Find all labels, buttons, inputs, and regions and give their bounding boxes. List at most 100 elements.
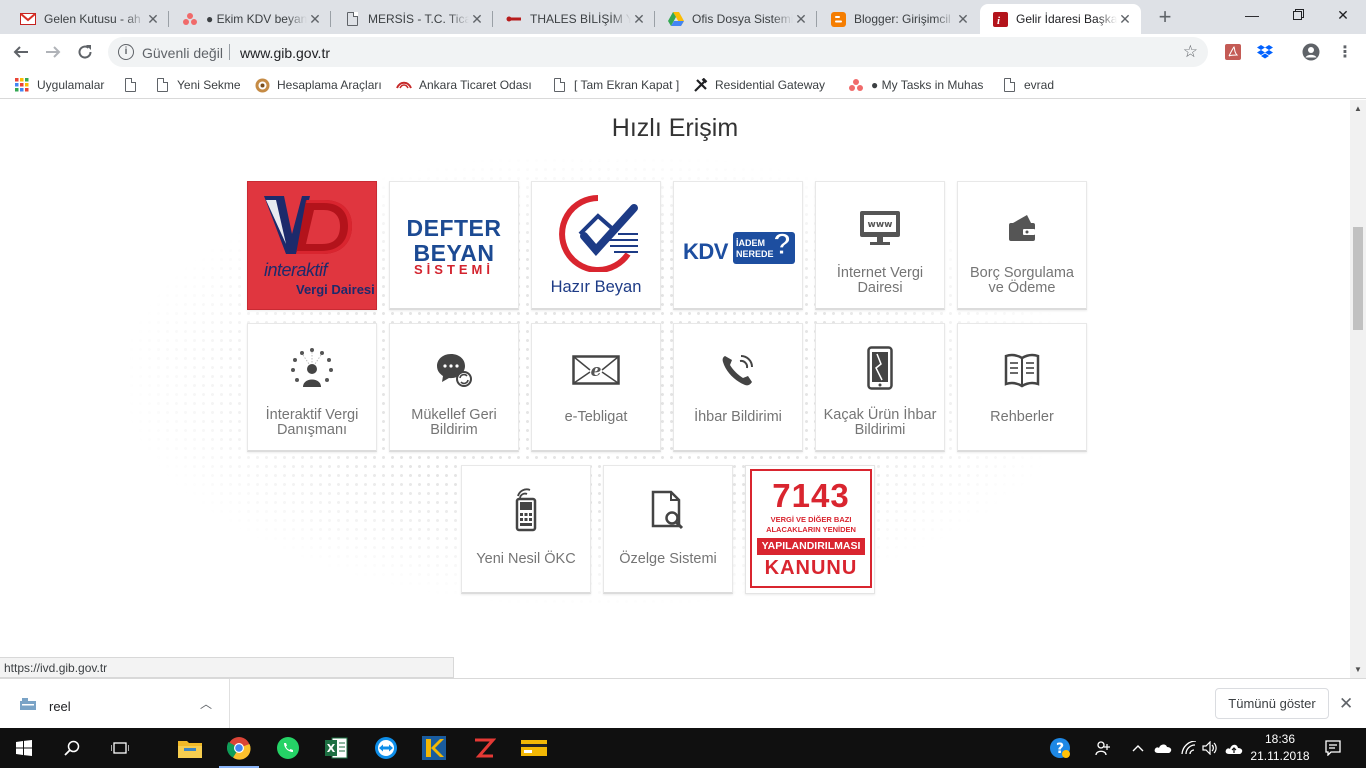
volume-tray-icon[interactable] [1200,728,1220,768]
card-label: Borç Sorgulama ve Ödeme [970,265,1074,296]
bookmark-residential-gateway[interactable]: Residential Gateway [692,77,825,93]
close-tab-icon[interactable]: ✕ [145,11,161,27]
bookmark-label: Uygulamalar [37,78,105,92]
card-internet-vergi-dairesi[interactable]: www İnternet Vergi Dairesi [815,181,945,310]
tab-gib-active[interactable]: i Gelir İdaresi Başka ✕ [980,4,1141,34]
bookmark-tam-ekran[interactable]: [ Tam Ekran Kapat ] [551,77,679,93]
broken-phone-icon [816,346,944,390]
bookmarks-bar: Uygulamalar Yeni Sekme Hesaplama Araçlar… [0,71,1366,99]
bookmark-yeni-sekme[interactable]: Yeni Sekme [154,77,241,93]
card-yeni-nesil-okc[interactable]: Yeni Nesil ÖKC [461,465,591,594]
card-interaktif-vergi-danismani[interactable]: İnteraktif Vergi Danışmanı [247,323,377,452]
card-rehberler[interactable]: Rehberler [957,323,1087,452]
search-icon [64,740,80,756]
people-tray-icon[interactable] [1092,728,1114,768]
scrollbar-thumb[interactable] [1353,227,1363,330]
card-label: Mükellef Geri Bildirim [411,407,497,438]
excel-taskbar-icon[interactable]: X [312,728,360,768]
close-tab-icon[interactable]: ✕ [793,11,809,27]
minimize-button[interactable]: — [1229,0,1275,30]
asana-icon [848,77,864,93]
close-tab-icon[interactable]: ✕ [955,11,971,27]
card-7143-yapilandirma-kanunu[interactable]: 7143 VERGİ VE DİĞER BAZI ALACAKLARIN YEN… [745,465,875,594]
whatsapp-taskbar-icon[interactable] [264,728,312,768]
svg-text:e: e [591,361,602,381]
maximize-button[interactable] [1275,0,1321,30]
bookmark-label: Residential Gateway [715,78,826,92]
forward-button[interactable] [40,39,66,65]
task-view-button[interactable] [96,728,144,768]
doc-icon [1001,77,1017,93]
tab-thales[interactable]: THALES BİLİŞİM YA ✕ [494,4,655,34]
onedrive-tray-icon[interactable] [1152,728,1174,768]
card-interaktif-vergi-dairesi[interactable]: interaktif Vergi Dairesi [247,181,377,310]
reload-button[interactable] [72,39,98,65]
teamviewer-taskbar-icon[interactable] [362,728,410,768]
tab-asana-kdv[interactable]: ● Ekim KDV beyan ✕ [170,4,331,34]
url-text[interactable]: www.gib.gov.tr [240,45,330,61]
close-window-button[interactable]: ✕ [1320,0,1366,30]
bookmark-star-icon[interactable]: ☆ [1183,42,1198,62]
notifications-tray-icon[interactable] [1322,728,1344,768]
file-explorer-taskbar-icon[interactable] [166,728,214,768]
card-hazir-beyan[interactable]: Hazır Beyan [531,181,661,310]
www-monitor-icon: www [816,206,944,250]
app-folder-taskbar-icon[interactable] [510,728,558,768]
bookmark-hesaplama[interactable]: Hesaplama Araçları [254,77,382,93]
chrome-taskbar-icon[interactable] [215,728,263,768]
download-item[interactable]: reel ︿ [0,679,230,729]
dropbox-icon[interactable] [1256,43,1274,61]
close-shelf-icon[interactable]: ✕ [1339,694,1353,714]
chat-feedback-icon [390,348,518,392]
bookmark-evrad[interactable]: evrad [1001,77,1054,93]
card-ozelge-sistemi[interactable]: Özelge Sistemi [603,465,733,594]
card-e-tebligat[interactable]: e e-Tebligat [531,323,661,452]
chevron-up-tray-icon[interactable] [1128,728,1148,768]
help-tray-icon[interactable]: ? [1046,728,1074,768]
bookmark-my-tasks[interactable]: ● My Tasks in Muhas [848,77,983,93]
bookmark-apps[interactable]: Uygulamalar [14,77,104,93]
card-mukellef-geri-bildirim[interactable]: Mükellef Geri Bildirim [389,323,519,452]
tab-mersis[interactable]: MERSİS - T.C. Ticar ✕ [332,4,493,34]
close-tab-icon[interactable]: ✕ [469,11,485,27]
card-borc-sorgulama[interactable]: Borç Sorgulama ve Ödeme [957,181,1087,310]
kanun-number: 7143 [772,477,850,514]
show-all-downloads-button[interactable]: Tümünü göster [1215,688,1329,719]
pdf-extension-icon[interactable] [1224,43,1242,61]
menu-kebab-icon[interactable]: ⋮ [1336,43,1354,61]
address-bar[interactable]: i Güvenli değil www.gib.gov.tr ☆ [108,37,1208,67]
profile-avatar-icon[interactable] [1302,43,1320,61]
scroll-down-arrow-icon[interactable]: ▼ [1354,665,1362,674]
card-kdv-iadem-nerede[interactable]: KDV İADEM NEREDE ? [673,181,803,310]
close-tab-icon[interactable]: ✕ [307,11,323,27]
search-button[interactable] [48,728,96,768]
file-icon [20,698,36,710]
wifi-tray-icon[interactable] [1178,728,1200,768]
chevron-up-icon[interactable]: ︿ [200,695,212,712]
bookmark-blank[interactable] [122,77,145,93]
start-button[interactable] [0,728,48,768]
app-k-taskbar-icon[interactable] [410,728,458,768]
back-button[interactable] [8,39,34,65]
tab-blogger[interactable]: Blogger: Girişimcil ✕ [818,4,979,34]
taskbar-clock[interactable]: 18:36 21.11.2018 [1248,731,1312,765]
vertical-scrollbar[interactable]: ▲ ▼ [1350,100,1366,678]
card-ihbar-bildirimi[interactable]: İhbar Bildirimi [673,323,803,452]
cloud-upload-tray-icon[interactable] [1222,728,1246,768]
card-label: Rehberler [990,409,1054,425]
tab-gdrive[interactable]: Ofis Dosya Sistemi ✕ [656,4,817,34]
apps-grid-icon [14,77,30,93]
bookmark-label: evrad [1024,78,1055,92]
card-defter-beyan-sistemi[interactable]: DEFTER BEYAN SİSTEMİ [389,181,519,310]
scroll-up-arrow-icon[interactable]: ▲ [1354,104,1362,113]
bookmark-ato[interactable]: Ankara Ticaret Odası [396,77,532,93]
question-mark-icon: ? [772,228,792,262]
new-tab-button[interactable]: + [1153,5,1177,29]
tab-gmail[interactable]: Gelen Kutusu - ah ✕ [8,4,169,34]
close-tab-icon[interactable]: ✕ [1117,11,1133,27]
app-z-taskbar-icon[interactable] [460,728,508,768]
pos-device-icon [462,488,590,532]
close-tab-icon[interactable]: ✕ [631,11,647,27]
card-kacak-urun-ihbar[interactable]: Kaçak Ürün İhbar Bildirimi [815,323,945,452]
info-icon[interactable]: i [118,44,134,60]
